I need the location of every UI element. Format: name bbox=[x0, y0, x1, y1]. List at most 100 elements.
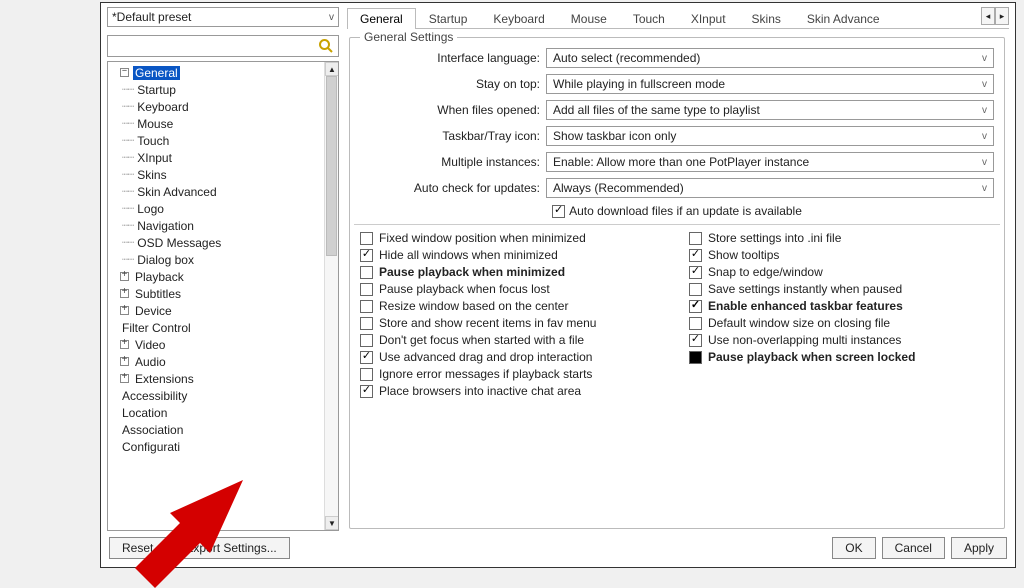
checkbox-label: Fixed window position when minimized bbox=[379, 231, 586, 245]
left-column: –General┈┈Startup┈┈Keyboard┈┈Mouse┈┈Touc… bbox=[107, 35, 339, 531]
checkbox[interactable] bbox=[360, 368, 373, 381]
scroll-up-icon[interactable]: ▲ bbox=[325, 62, 339, 76]
tree-node[interactable]: ┈┈Navigation bbox=[112, 217, 324, 234]
preset-label: *Default preset bbox=[112, 10, 191, 24]
tab-general[interactable]: General bbox=[347, 8, 416, 29]
tab-startup[interactable]: Startup bbox=[416, 8, 481, 29]
group-legend: General Settings bbox=[360, 30, 457, 44]
checkbox[interactable] bbox=[360, 334, 373, 347]
tree-node[interactable]: Location bbox=[112, 404, 324, 421]
auto-download-checkbox[interactable] bbox=[552, 205, 565, 218]
tree-node[interactable]: +Audio bbox=[112, 353, 324, 370]
category-tree: –General┈┈Startup┈┈Keyboard┈┈Mouse┈┈Touc… bbox=[107, 61, 339, 531]
tree-node[interactable]: ┈┈Mouse bbox=[112, 115, 324, 132]
tree-node-label: Navigation bbox=[135, 219, 196, 233]
form-row: Auto check for updates:Always (Recommend… bbox=[360, 178, 994, 198]
form-row: Taskbar/Tray icon:Show taskbar icon only… bbox=[360, 126, 994, 146]
checkbox[interactable] bbox=[689, 317, 702, 330]
tab-skins[interactable]: Skins bbox=[739, 8, 794, 29]
tree-node[interactable]: Configurati bbox=[112, 438, 324, 455]
plus-icon[interactable]: + bbox=[120, 340, 129, 349]
checkbox[interactable] bbox=[360, 300, 373, 313]
checkbox-label: Default window size on closing file bbox=[708, 316, 890, 330]
form-dropdown[interactable]: Auto select (recommended)v bbox=[546, 48, 994, 68]
tab-keyboard[interactable]: Keyboard bbox=[480, 8, 557, 29]
form-dropdown[interactable]: Show taskbar icon onlyv bbox=[546, 126, 994, 146]
plus-icon[interactable]: + bbox=[120, 272, 129, 281]
checkbox[interactable] bbox=[360, 266, 373, 279]
tree-node[interactable]: +Subtitles bbox=[112, 285, 324, 302]
checkbox[interactable] bbox=[689, 300, 702, 313]
plus-icon[interactable]: + bbox=[120, 289, 129, 298]
tree-node[interactable]: Accessibility bbox=[112, 387, 324, 404]
export-button[interactable]: Export Settings... bbox=[172, 537, 289, 559]
tab-touch[interactable]: Touch bbox=[620, 8, 678, 29]
checkbox-item: Pause playback when focus lost bbox=[360, 282, 665, 296]
checkbox[interactable] bbox=[360, 351, 373, 364]
checkbox-item: Ignore error messages if playback starts bbox=[360, 367, 665, 381]
tree-node[interactable]: +Playback bbox=[112, 268, 324, 285]
checkbox[interactable] bbox=[360, 385, 373, 398]
tree-node-label: Location bbox=[120, 406, 169, 420]
tree-node[interactable]: ┈┈Startup bbox=[112, 81, 324, 98]
tab-scroll: ◂ ▸ bbox=[981, 7, 1009, 25]
ok-button[interactable]: OK bbox=[832, 537, 875, 559]
tree-node[interactable]: ┈┈OSD Messages bbox=[112, 234, 324, 251]
tab-skin-advance[interactable]: Skin Advance bbox=[794, 8, 893, 29]
settings-panel: General Settings Interface language:Auto… bbox=[347, 35, 1009, 531]
midrow: –General┈┈Startup┈┈Keyboard┈┈Mouse┈┈Touc… bbox=[101, 31, 1015, 531]
form-dropdown[interactable]: Enable: Allow more than one PotPlayer in… bbox=[546, 152, 994, 172]
tree-node[interactable]: +Video bbox=[112, 336, 324, 353]
tree-node[interactable]: +Extensions bbox=[112, 370, 324, 387]
checkbox[interactable] bbox=[360, 283, 373, 296]
tree-node[interactable]: ┈┈Skins bbox=[112, 166, 324, 183]
tab-scroll-right[interactable]: ▸ bbox=[995, 7, 1009, 25]
tab-scroll-left[interactable]: ◂ bbox=[981, 7, 995, 25]
plus-icon[interactable]: + bbox=[120, 357, 129, 366]
tree-node[interactable]: Association bbox=[112, 421, 324, 438]
dropdown-value: Always (Recommended) bbox=[553, 181, 684, 195]
scroll-down-icon[interactable]: ▼ bbox=[325, 516, 339, 530]
cancel-button[interactable]: Cancel bbox=[882, 537, 945, 559]
checkbox-label: Pause playback when minimized bbox=[379, 265, 565, 279]
auto-download-label: Auto download files if an update is avai… bbox=[569, 204, 802, 218]
tree-node[interactable]: ┈┈Keyboard bbox=[112, 98, 324, 115]
checkbox-label: Place browsers into inactive chat area bbox=[379, 384, 581, 398]
tree-scrollbar[interactable]: ▲ ▼ bbox=[324, 62, 338, 530]
form-dropdown[interactable]: Always (Recommended)v bbox=[546, 178, 994, 198]
minus-icon[interactable]: – bbox=[120, 68, 129, 77]
topbar: *Default preset v General Startup Keyboa… bbox=[101, 3, 1015, 31]
chevron-down-icon: v bbox=[982, 79, 987, 90]
checkbox[interactable] bbox=[360, 317, 373, 330]
plus-icon[interactable]: + bbox=[120, 306, 129, 315]
reset-button[interactable]: Reset bbox=[109, 537, 166, 559]
tree-node[interactable]: –General bbox=[112, 64, 324, 81]
checkbox[interactable] bbox=[689, 351, 702, 364]
tree-node[interactable]: ┈┈Logo bbox=[112, 200, 324, 217]
checkbox[interactable] bbox=[689, 266, 702, 279]
tree-node[interactable]: ┈┈Touch bbox=[112, 132, 324, 149]
checkbox-item: Enable enhanced taskbar features bbox=[689, 299, 994, 313]
tab-xinput[interactable]: XInput bbox=[678, 8, 739, 29]
tree-node[interactable]: +Device bbox=[112, 302, 324, 319]
form-dropdown[interactable]: Add all files of the same type to playli… bbox=[546, 100, 994, 120]
apply-button[interactable]: Apply bbox=[951, 537, 1007, 559]
checkbox[interactable] bbox=[689, 334, 702, 347]
checkbox[interactable] bbox=[689, 232, 702, 245]
scroll-thumb[interactable] bbox=[326, 76, 337, 256]
tree-node[interactable]: Filter Control bbox=[112, 319, 324, 336]
checkbox-label: Enable enhanced taskbar features bbox=[708, 299, 903, 313]
checkbox[interactable] bbox=[689, 283, 702, 296]
tab-mouse[interactable]: Mouse bbox=[558, 8, 620, 29]
form-dropdown[interactable]: While playing in fullscreen modev bbox=[546, 74, 994, 94]
tree-search-input[interactable] bbox=[107, 35, 339, 57]
tree-node[interactable]: ┈┈Dialog box bbox=[112, 251, 324, 268]
checkbox[interactable] bbox=[689, 249, 702, 262]
tree-node[interactable]: ┈┈XInput bbox=[112, 149, 324, 166]
plus-icon[interactable]: + bbox=[120, 374, 129, 383]
preset-dropdown[interactable]: *Default preset v bbox=[107, 7, 339, 27]
checkbox[interactable] bbox=[360, 232, 373, 245]
tree-node[interactable]: ┈┈Skin Advanced bbox=[112, 183, 324, 200]
checkbox[interactable] bbox=[360, 249, 373, 262]
chevron-down-icon: v bbox=[982, 131, 987, 142]
